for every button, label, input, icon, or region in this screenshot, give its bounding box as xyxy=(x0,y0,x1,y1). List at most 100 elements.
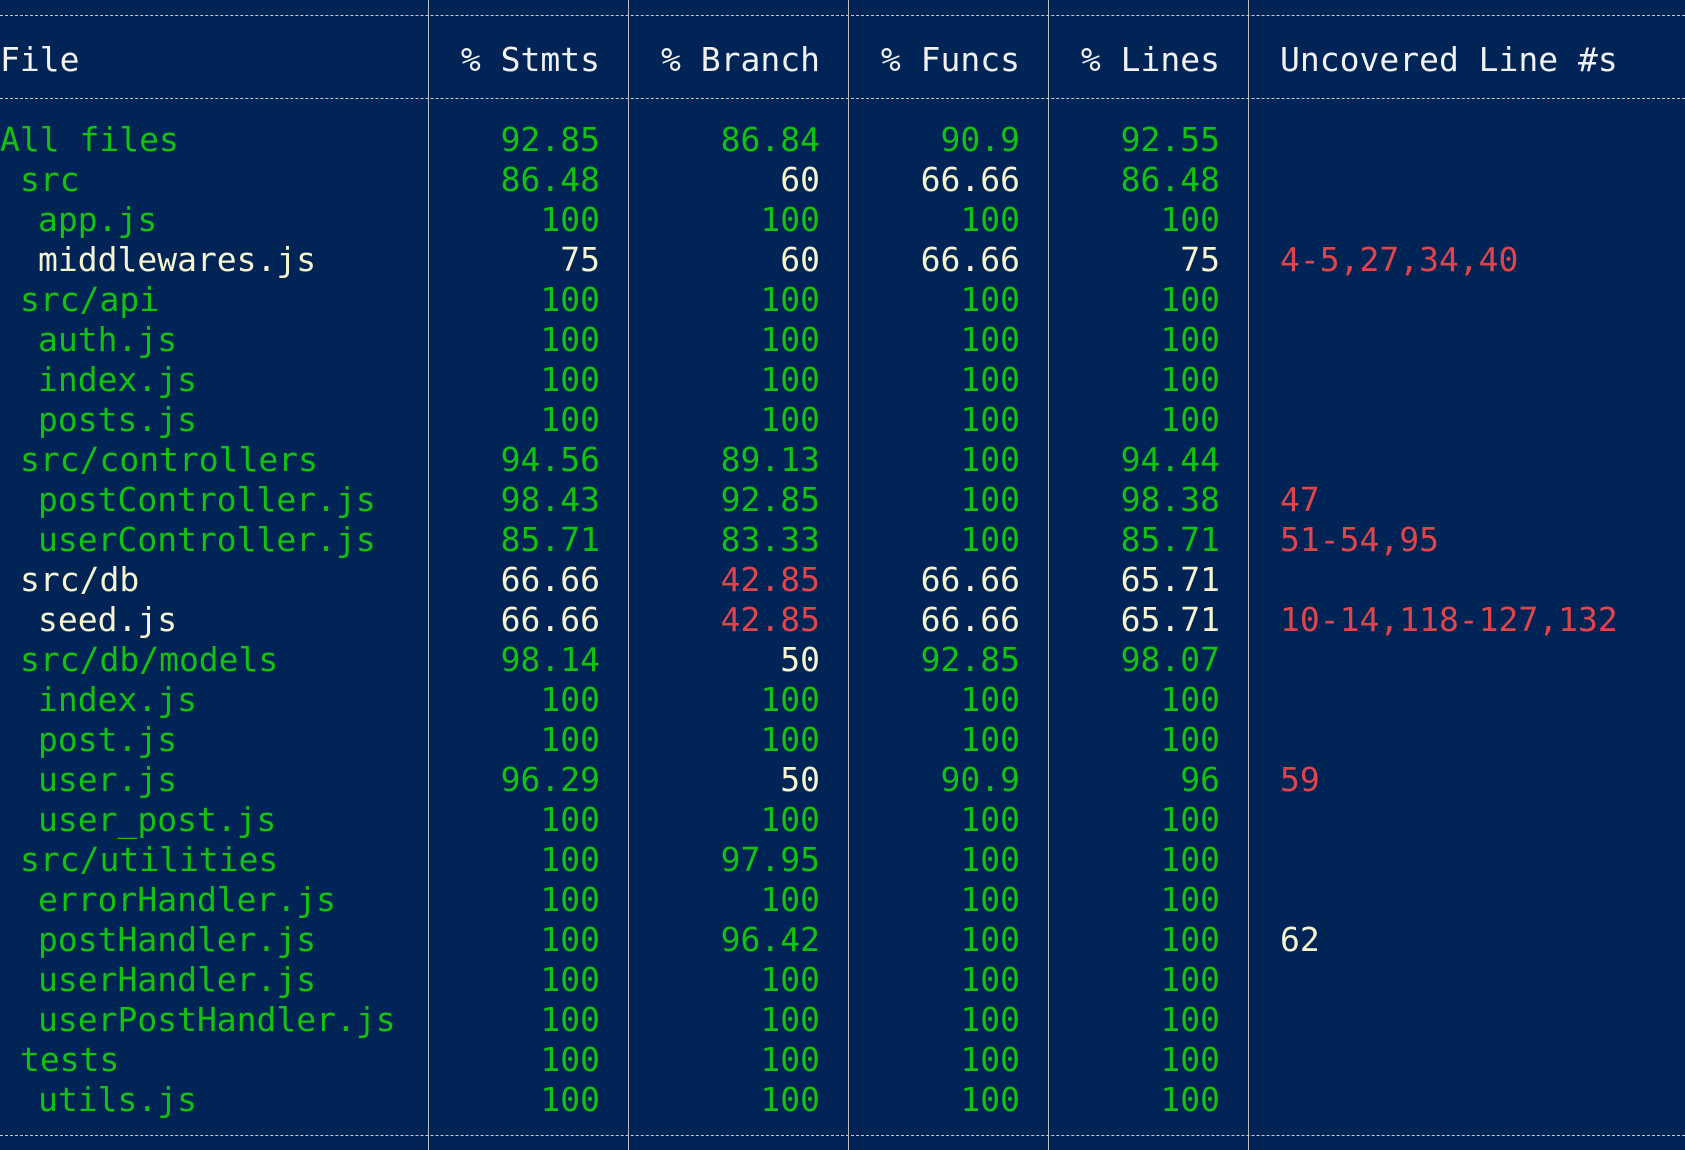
file-cell: index.js xyxy=(38,680,197,719)
stmts-cell: 100 xyxy=(540,680,600,719)
header-lines: % Lines xyxy=(1080,40,1220,79)
branch-cell: 100 xyxy=(760,400,820,439)
file-cell: postController.js xyxy=(38,480,376,519)
stmts-cell: 100 xyxy=(540,960,600,999)
lines-cell: 100 xyxy=(1160,840,1220,879)
uncovered-cell xyxy=(1280,840,1680,880)
lines-cell: 92.55 xyxy=(1120,120,1220,159)
header-rule xyxy=(0,98,1685,99)
branch-cell: 60 xyxy=(780,160,820,199)
stmts-cell: 86.48 xyxy=(500,160,600,199)
table-row: utils.js 100 100 100 100 xyxy=(0,1080,1685,1120)
uncovered-cell xyxy=(1280,440,1680,480)
file-cell: tests xyxy=(20,1040,120,1079)
stmts-cell: 85.71 xyxy=(500,520,600,559)
branch-cell: 89.13 xyxy=(720,440,820,479)
funcs-cell: 100 xyxy=(960,880,1020,919)
header-funcs: % Funcs xyxy=(880,40,1020,79)
uncovered-cell xyxy=(1280,200,1680,240)
uncovered-cell xyxy=(1280,640,1680,680)
column-separator xyxy=(848,0,849,1150)
stmts-cell: 94.56 xyxy=(500,440,600,479)
stmts-cell: 96.29 xyxy=(500,760,600,799)
stmts-cell: 100 xyxy=(540,200,600,239)
uncovered-cell xyxy=(1280,720,1680,760)
column-separator xyxy=(1248,0,1249,1150)
column-separator xyxy=(628,0,629,1150)
stmts-cell: 66.66 xyxy=(500,560,600,599)
stmts-cell: 100 xyxy=(540,720,600,759)
branch-cell: 42.85 xyxy=(720,560,820,599)
table-row: src/utilities 100 97.95 100 100 xyxy=(0,840,1685,880)
funcs-cell: 90.9 xyxy=(940,120,1020,159)
funcs-cell: 100 xyxy=(960,720,1020,759)
funcs-cell: 100 xyxy=(960,1040,1020,1079)
branch-cell: 100 xyxy=(760,680,820,719)
table-row: app.js 100 100 100 100 xyxy=(0,200,1685,240)
funcs-cell: 100 xyxy=(960,360,1020,399)
stmts-cell: 100 xyxy=(540,840,600,879)
file-cell: All files xyxy=(0,120,179,159)
column-separator xyxy=(1048,0,1049,1150)
coverage-report-terminal: File % Stmts % Branch % Funcs % Lines Un… xyxy=(0,0,1685,1150)
funcs-cell: 100 xyxy=(960,400,1020,439)
table-row: seed.js 66.66 42.85 66.66 65.71 10-14,118-127… xyxy=(0,600,1685,640)
stmts-cell: 100 xyxy=(540,1080,600,1119)
uncovered-cell xyxy=(1280,960,1680,1000)
lines-cell: 65.71 xyxy=(1120,560,1220,599)
table-row: userHandler.js 100 100 100 100 xyxy=(0,960,1685,1000)
file-cell: posts.js xyxy=(38,400,197,439)
branch-cell: 42.85 xyxy=(720,600,820,639)
uncovered-cell xyxy=(1280,1040,1680,1080)
table-bottom-rule xyxy=(0,1135,1685,1136)
funcs-cell: 66.66 xyxy=(920,160,1020,199)
file-cell: app.js xyxy=(38,200,158,239)
file-cell: src/utilities xyxy=(20,840,279,879)
lines-cell: 75 xyxy=(1180,240,1220,279)
lines-cell: 100 xyxy=(1160,280,1220,319)
branch-cell: 50 xyxy=(780,760,820,799)
file-cell: middlewares.js xyxy=(38,240,317,279)
lines-cell: 100 xyxy=(1160,920,1220,959)
funcs-cell: 92.85 xyxy=(920,640,1020,679)
funcs-cell: 100 xyxy=(960,920,1020,959)
branch-cell: 50 xyxy=(780,640,820,679)
branch-cell: 100 xyxy=(760,880,820,919)
funcs-cell: 100 xyxy=(960,800,1020,839)
file-cell: userPostHandler.js xyxy=(38,1000,396,1039)
table-row: user_post.js 100 100 100 100 xyxy=(0,800,1685,840)
funcs-cell: 90.9 xyxy=(940,760,1020,799)
file-cell: userHandler.js xyxy=(38,960,317,999)
lines-cell: 100 xyxy=(1160,1000,1220,1039)
table-row: index.js 100 100 100 100 xyxy=(0,360,1685,400)
file-cell: auth.js xyxy=(38,320,178,359)
lines-cell: 100 xyxy=(1160,400,1220,439)
lines-cell: 98.07 xyxy=(1120,640,1220,679)
table-row: src/db 66.66 42.85 66.66 65.71 xyxy=(0,560,1685,600)
table-row: src/api 100 100 100 100 xyxy=(0,280,1685,320)
branch-cell: 100 xyxy=(760,360,820,399)
branch-cell: 100 xyxy=(760,1040,820,1079)
branch-cell: 100 xyxy=(760,800,820,839)
table-row: user.js 96.29 50 90.9 96 59 xyxy=(0,760,1685,800)
file-cell: post.js xyxy=(38,720,178,759)
uncovered-cell: 47 xyxy=(1280,480,1320,519)
branch-cell: 92.85 xyxy=(720,480,820,519)
table-row: src/controllers 94.56 89.13 100 94.44 xyxy=(0,440,1685,480)
lines-cell: 100 xyxy=(1160,320,1220,359)
file-cell: src/api xyxy=(20,280,160,319)
uncovered-cell xyxy=(1280,120,1680,160)
table-row: index.js 100 100 100 100 xyxy=(0,680,1685,720)
stmts-cell: 100 xyxy=(540,800,600,839)
stmts-cell: 100 xyxy=(540,880,600,919)
table-row: auth.js 100 100 100 100 xyxy=(0,320,1685,360)
uncovered-cell xyxy=(1280,320,1680,360)
lines-cell: 100 xyxy=(1160,200,1220,239)
branch-cell: 97.95 xyxy=(720,840,820,879)
header-stmts: % Stmts xyxy=(460,40,600,79)
funcs-cell: 100 xyxy=(960,1000,1020,1039)
lines-cell: 100 xyxy=(1160,360,1220,399)
lines-cell: 100 xyxy=(1160,960,1220,999)
branch-cell: 96.42 xyxy=(720,920,820,959)
table-row: All files 92.85 86.84 90.9 92.55 xyxy=(0,120,1685,160)
